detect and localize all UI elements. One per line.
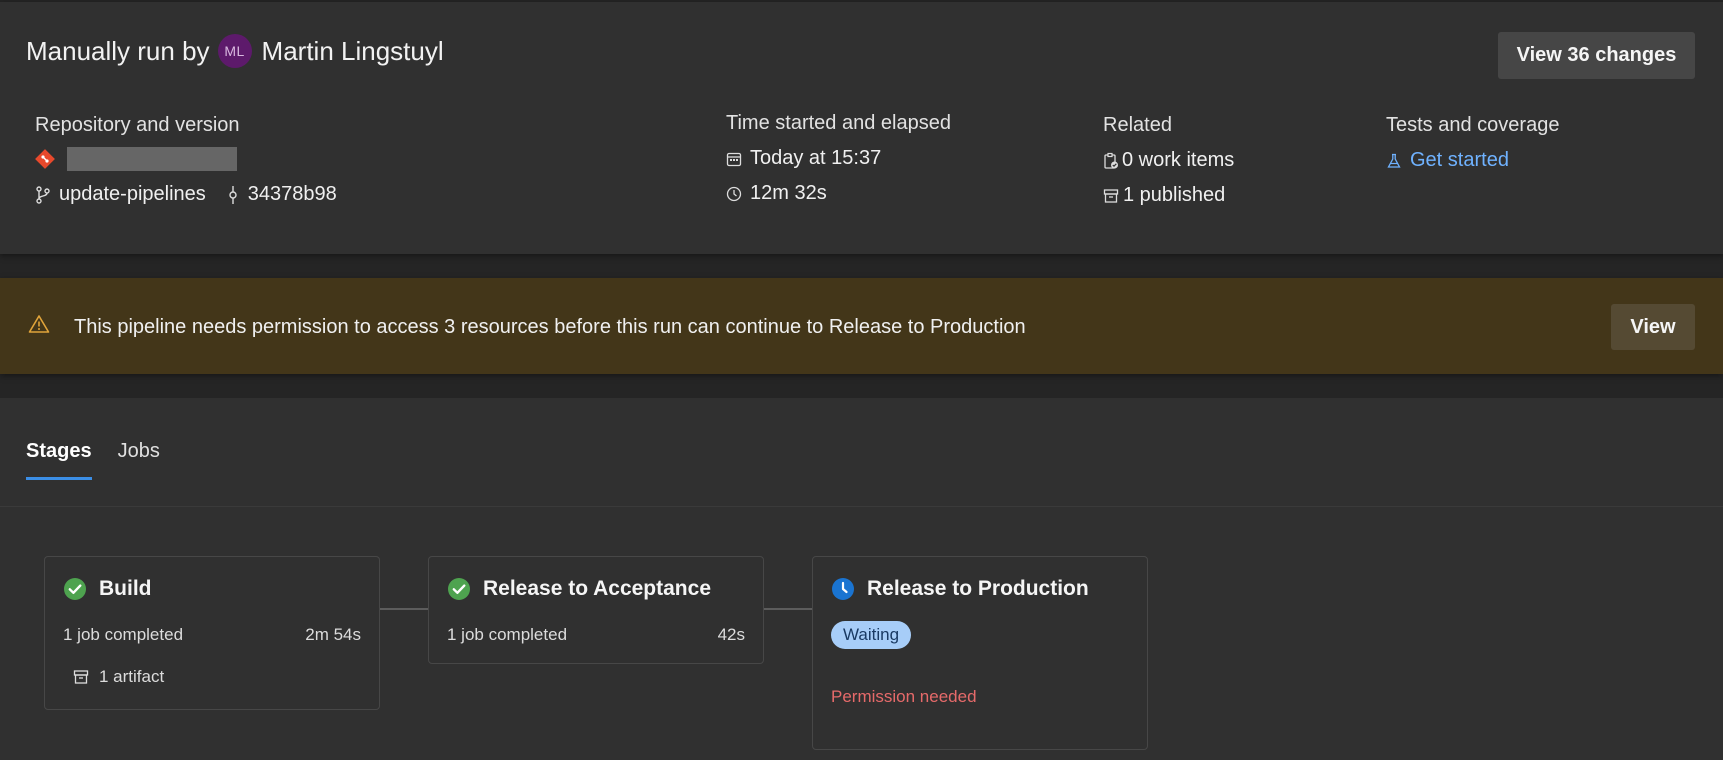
work-item-icon [1104,152,1118,169]
stage-duration: 42s [717,625,745,644]
stage-title: Build [99,577,152,600]
time-started-row: Today at 15:37 [726,147,951,170]
stage-title-row: Build [63,577,152,601]
stage-card-release-production[interactable]: Release to Production Waiting Permission… [812,556,1148,750]
run-tabs: Stages Jobs [26,440,186,480]
time-section: Time started and elapsed Today at 15:37 … [726,112,951,205]
tab-divider [0,506,1723,507]
stage-card-build[interactable]: Build 1 job completed 2m 54s 1 artifact [44,556,380,710]
stage-artifact[interactable]: 1 artifact [99,667,164,687]
repository-label: Repository and version [35,114,240,136]
stage-card-release-acceptance[interactable]: Release to Acceptance 1 job completed 42… [428,556,764,664]
stage-title-row: Release to Production [831,577,1089,601]
work-items-count[interactable]: 0 work items [1122,149,1234,172]
time-elapsed: 12m 32s [750,182,827,204]
related-section: Related 0 work items 1 published [1103,114,1234,207]
view-changes-button[interactable]: View 36 changes [1498,32,1695,79]
published-count[interactable]: 1 published [1123,184,1225,207]
stage-title-row: Release to Acceptance [447,577,711,601]
permission-needed-text: Permission needed [831,687,977,706]
published-row[interactable]: 1 published [1103,184,1234,207]
stage-jobs-row: 1 job completed 2m 54s [63,625,361,645]
repository-row[interactable] [35,147,337,171]
status-badge: Waiting [831,621,912,649]
stage-title: Release to Production [867,577,1089,600]
time-started: Today at 15:37 [750,147,882,169]
waiting-clock-icon [832,578,854,600]
stage-title: Release to Acceptance [483,577,711,600]
version-row: update-pipelines 34378b98 [35,183,337,206]
time-elapsed-row: 12m 32s [726,182,951,205]
tab-jobs[interactable]: Jobs [118,440,160,480]
redacted-repository-name [67,147,237,171]
user-name[interactable]: Martin Lingstuyl [262,36,444,67]
commit-hash[interactable]: 34378b98 [248,183,337,206]
calendar-icon [726,152,742,166]
run-title: Manually run by ML Martin Lingstuyl [26,34,444,68]
stage-jobs-row: 1 job completed 42s [447,625,745,645]
work-items-row[interactable]: 0 work items [1103,149,1234,172]
repository-section: Repository and version update-pipelines … [35,114,337,206]
success-check-icon [448,578,470,600]
view-permissions-button[interactable]: View [1611,304,1695,350]
stage-connector [764,608,812,610]
clock-icon [726,186,742,201]
branch-icon [36,185,50,204]
tab-stages[interactable]: Stages [26,440,92,480]
artifact-icon [73,670,89,684]
beaker-icon [1387,153,1401,168]
title-prefix: Manually run by [26,35,210,66]
time-label: Time started and elapsed [726,112,951,134]
avatar[interactable]: ML [217,34,252,68]
related-label: Related [1103,114,1172,136]
commit-icon [229,185,237,204]
stage-artifact-row[interactable]: 1 artifact [73,667,361,687]
stage-jobs: 1 job completed [63,625,184,644]
tests-section: Tests and coverage Get started [1386,114,1559,172]
stage-connector [380,608,428,610]
branch-name[interactable]: update-pipelines [59,183,206,206]
stage-duration: 2m 54s [305,625,361,644]
success-check-icon [64,578,86,600]
get-started-link[interactable]: Get started [1410,149,1509,172]
banner-message: This pipeline needs permission to access… [74,316,1026,338]
stage-jobs: 1 job completed [447,625,568,644]
tests-label: Tests and coverage [1386,114,1560,136]
artifact-icon [1103,188,1119,203]
warning-icon [28,315,50,333]
git-icon [35,149,55,169]
tests-link-row[interactable]: Get started [1386,149,1559,172]
